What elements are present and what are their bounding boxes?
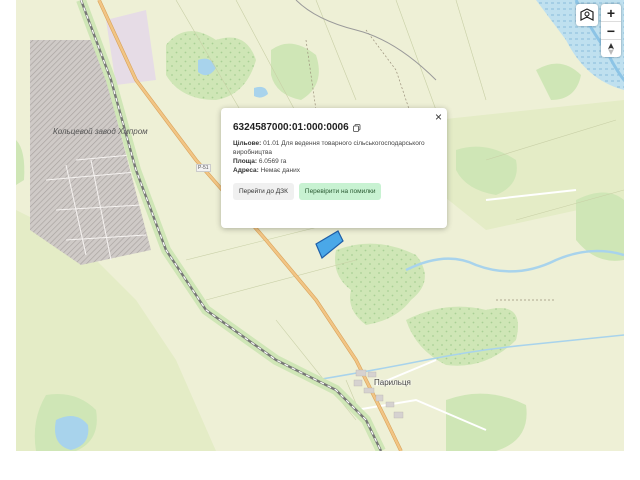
parcel-popup: × 6324587000:01:000:0006 Цільове: 01.01 … bbox=[221, 108, 447, 228]
address-value: Немає даних bbox=[260, 167, 301, 174]
zoom-in-button[interactable]: + bbox=[601, 4, 621, 22]
address-row: Адреса: Немає даних bbox=[233, 166, 435, 175]
check-errors-button[interactable]: Перевірити на помилки bbox=[298, 183, 382, 200]
area-value: 6.0569 га bbox=[258, 158, 287, 165]
copy-icon[interactable] bbox=[352, 123, 361, 132]
map-viewport: Кольцевой завод Хмпром Парильця Р-51 + − bbox=[0, 0, 640, 480]
zoom-controls: + − bbox=[601, 4, 621, 57]
cadastral-number-row: 6324587000:01:000:0006 bbox=[233, 122, 435, 133]
purpose-label: Цільове: bbox=[233, 140, 262, 147]
close-popup-button[interactable]: × bbox=[435, 111, 442, 123]
purpose-row: Цільове: 01.01 Для ведення товарного сіл… bbox=[233, 139, 435, 157]
layers-icon bbox=[579, 7, 595, 23]
village-label: Парильця bbox=[374, 378, 411, 387]
address-label: Адреса: bbox=[233, 167, 259, 174]
area-row: Площа: 6.0569 га bbox=[233, 157, 435, 166]
compass-button[interactable] bbox=[601, 40, 621, 57]
purpose-value: 01.01 Для ведення товарного сільськогосп… bbox=[233, 140, 425, 156]
popup-actions: Перейти до ДЗК Перевірити на помилки bbox=[233, 183, 435, 200]
cadastral-number: 6324587000:01:000:0006 bbox=[233, 122, 349, 133]
area-label: Площа: bbox=[233, 158, 258, 165]
layers-button[interactable] bbox=[576, 4, 598, 26]
compass-icon bbox=[607, 42, 615, 55]
factory-label: Кольцевой завод Хмпром bbox=[53, 127, 148, 136]
zoom-out-button[interactable]: − bbox=[601, 22, 621, 40]
road-ref-label: Р-51 bbox=[196, 164, 211, 172]
go-to-dzk-button[interactable]: Перейти до ДЗК bbox=[233, 183, 294, 200]
